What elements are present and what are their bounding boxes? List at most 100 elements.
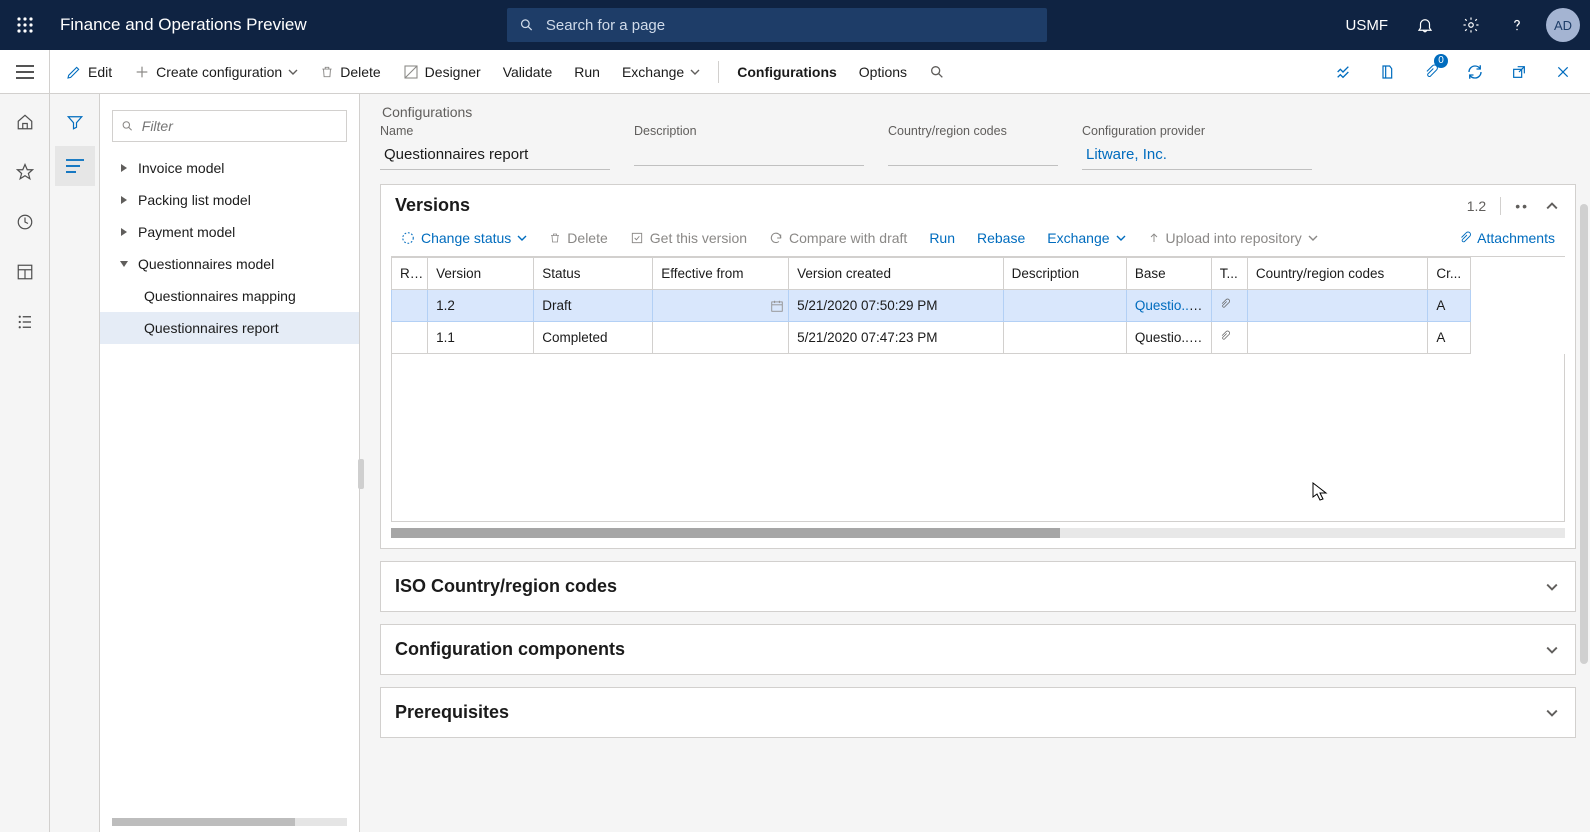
table-cell[interactable]: Questio... 1 xyxy=(1126,322,1211,354)
chevron-down-icon xyxy=(1543,578,1561,596)
chevron-right-icon[interactable] xyxy=(116,163,132,173)
table-cell[interactable]: Completed xyxy=(534,322,653,354)
list-icon[interactable] xyxy=(55,146,95,186)
col-t[interactable]: T... xyxy=(1211,258,1247,290)
rebase-button[interactable]: Rebase xyxy=(967,226,1035,250)
components-header[interactable]: Configuration components xyxy=(381,625,1575,674)
help-icon[interactable] xyxy=(1494,0,1540,50)
workspaces-icon[interactable] xyxy=(5,252,45,292)
version-run-button[interactable]: Run xyxy=(919,226,965,250)
col-c[interactable]: Cr... xyxy=(1428,258,1471,290)
run-button[interactable]: Run xyxy=(564,50,610,93)
provider-value[interactable]: Litware, Inc. xyxy=(1082,142,1312,170)
edit-button[interactable]: Edit xyxy=(56,50,122,93)
home-icon[interactable] xyxy=(5,102,45,142)
table-row[interactable]: 1.1Completed 5/21/2020 07:47:23 PM Questio… xyxy=(392,322,1471,354)
sidebar-item[interactable]: Questionnaires model xyxy=(100,248,359,280)
table-row[interactable]: 1.2Draft 5/21/2020 07:50:29 PM Questio... … xyxy=(392,290,1471,322)
compare-button[interactable]: Compare with draft xyxy=(759,226,917,250)
close-icon[interactable] xyxy=(1544,53,1582,91)
table-cell[interactable] xyxy=(1003,322,1126,354)
star-icon[interactable] xyxy=(5,152,45,192)
table-cell[interactable] xyxy=(1211,290,1247,322)
version-delete-button[interactable]: Delete xyxy=(539,226,617,250)
waffle-icon[interactable] xyxy=(0,0,50,50)
table-cell[interactable]: 5/21/2020 07:50:29 PM xyxy=(789,290,1004,322)
table-cell[interactable]: 1.1 xyxy=(428,322,534,354)
table-cell[interactable] xyxy=(1247,322,1428,354)
filter-icon[interactable] xyxy=(55,102,95,142)
name-value[interactable]: Questionnaires report xyxy=(380,142,610,170)
col-effective[interactable]: Effective from xyxy=(653,258,789,290)
sidebar-item[interactable]: Invoice model xyxy=(100,152,359,184)
refresh-icon[interactable] xyxy=(1456,53,1494,91)
nav-horizontal-scrollbar[interactable] xyxy=(112,818,347,826)
avatar[interactable]: AD xyxy=(1546,8,1580,42)
get-version-button[interactable]: Get this version xyxy=(620,226,757,250)
sidebar-item[interactable]: Payment model xyxy=(100,216,359,248)
global-search-input[interactable] xyxy=(544,16,1035,35)
chevron-down-icon[interactable] xyxy=(116,259,132,269)
popout-icon[interactable] xyxy=(1500,53,1538,91)
table-cell[interactable]: 1.2 xyxy=(428,290,534,322)
hamburger-icon[interactable] xyxy=(0,50,50,93)
create-button[interactable]: Create configuration xyxy=(124,50,308,93)
iso-header[interactable]: ISO Country/region codes xyxy=(381,562,1575,611)
table-cell[interactable]: Questio... 1 xyxy=(1126,290,1211,322)
validate-button[interactable]: Validate xyxy=(493,50,563,93)
table-cell[interactable] xyxy=(392,322,428,354)
company-code[interactable]: USMF xyxy=(1332,17,1403,34)
delete-button[interactable]: Delete xyxy=(310,50,390,93)
description-value[interactable] xyxy=(634,142,864,166)
configurations-tab[interactable]: Configurations xyxy=(727,50,847,93)
nav-filter-input[interactable] xyxy=(140,117,338,135)
attachments-button[interactable]: Attachments xyxy=(1449,226,1565,250)
sidebar-item[interactable]: Packing list model xyxy=(100,184,359,216)
version-exchange-button[interactable]: Exchange xyxy=(1037,226,1135,250)
sidebar-item[interactable]: Questionnaires report xyxy=(100,312,359,344)
table-cell[interactable] xyxy=(1003,290,1126,322)
col-country[interactable]: Country/region codes xyxy=(1247,258,1428,290)
grid-horizontal-scrollbar[interactable] xyxy=(391,528,1565,538)
office-icon[interactable] xyxy=(1368,53,1406,91)
table-cell[interactable]: 5/21/2020 07:47:23 PM xyxy=(789,322,1004,354)
gear-icon[interactable] xyxy=(1448,0,1494,50)
table-cell[interactable] xyxy=(653,322,789,354)
main-vertical-scrollbar[interactable] xyxy=(1580,204,1588,664)
versions-grid[interactable]: R... Version Status Effective from Versi… xyxy=(391,256,1565,354)
splitter-handle[interactable] xyxy=(358,459,364,489)
upload-button[interactable]: Upload into repository xyxy=(1138,226,1328,250)
table-cell[interactable]: Draft xyxy=(534,290,653,322)
table-cell[interactable] xyxy=(1211,322,1247,354)
col-version[interactable]: Version xyxy=(428,258,534,290)
change-status-button[interactable]: Change status xyxy=(391,226,537,250)
recent-icon[interactable] xyxy=(5,202,45,242)
country-value[interactable] xyxy=(888,142,1058,166)
designer-button[interactable]: Designer xyxy=(393,50,491,93)
col-r[interactable]: R... xyxy=(392,258,428,290)
prereq-header[interactable]: Prerequisites xyxy=(381,688,1575,737)
chevron-up-icon[interactable] xyxy=(1543,197,1561,215)
col-created[interactable]: Version created xyxy=(789,258,1004,290)
table-cell[interactable]: A xyxy=(1428,322,1471,354)
global-search[interactable] xyxy=(507,8,1047,42)
table-cell[interactable]: A xyxy=(1428,290,1471,322)
table-cell[interactable] xyxy=(1247,290,1428,322)
col-description[interactable]: Description xyxy=(1003,258,1126,290)
options-tab[interactable]: Options xyxy=(849,50,917,93)
chevron-right-icon[interactable] xyxy=(116,227,132,237)
sidebar-item[interactable]: Questionnaires mapping xyxy=(100,280,359,312)
table-cell[interactable] xyxy=(653,290,789,322)
exchange-button[interactable]: Exchange xyxy=(612,50,710,93)
versions-more-icon[interactable]: •• xyxy=(1515,198,1529,214)
col-status[interactable]: Status xyxy=(534,258,653,290)
personalize-icon[interactable] xyxy=(1324,53,1362,91)
table-cell[interactable] xyxy=(392,290,428,322)
chevron-right-icon[interactable] xyxy=(116,195,132,205)
bell-icon[interactable] xyxy=(1402,0,1448,50)
attach-icon[interactable]: 0 xyxy=(1412,53,1450,91)
nav-filter[interactable] xyxy=(112,110,347,142)
modules-icon[interactable] xyxy=(5,302,45,342)
action-search-button[interactable] xyxy=(919,50,955,93)
col-base[interactable]: Base xyxy=(1126,258,1211,290)
